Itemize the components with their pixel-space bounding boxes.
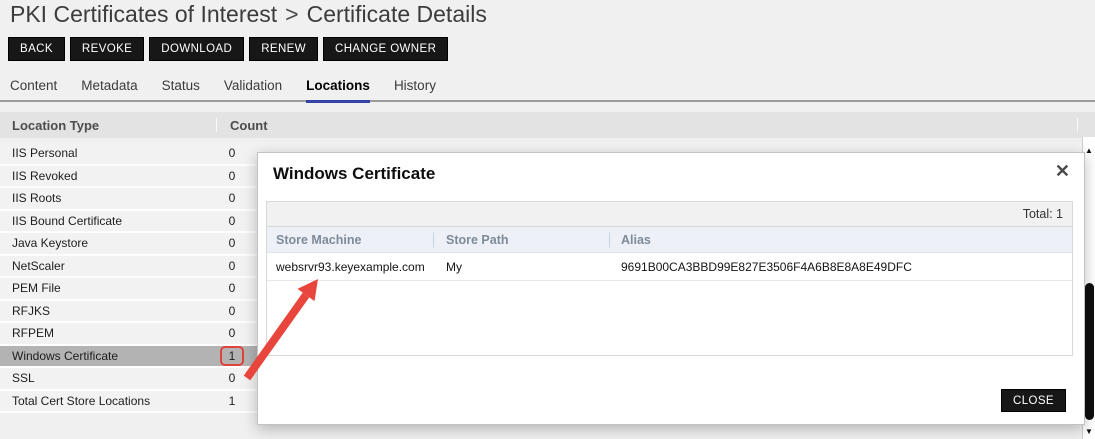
tab-metadata[interactable]: Metadata bbox=[81, 78, 137, 103]
count-cell: 0 bbox=[218, 326, 246, 340]
count-cell: 0 bbox=[218, 146, 246, 160]
column-header-store-machine: Store Machine bbox=[267, 233, 433, 247]
count-cell: 1 bbox=[218, 394, 246, 408]
column-header-alias: Alias bbox=[609, 233, 1072, 247]
location-type-cell: Java Keystore bbox=[0, 236, 88, 250]
location-type-cell: IIS Roots bbox=[0, 191, 61, 205]
tab-status[interactable]: Status bbox=[162, 78, 200, 103]
locations-table-header: Location Type Count bbox=[0, 112, 1095, 138]
highlighted-count-badge[interactable]: 1 bbox=[220, 346, 245, 366]
column-divider bbox=[1077, 118, 1078, 132]
download-button[interactable]: DOWNLOAD bbox=[149, 37, 244, 61]
toolbar: BACK REVOKE DOWNLOAD RENEW CHANGE OWNER bbox=[8, 37, 448, 61]
column-header-store-path: Store Path bbox=[433, 233, 609, 247]
revoke-button[interactable]: REVOKE bbox=[70, 37, 144, 61]
renew-button[interactable]: RENEW bbox=[249, 37, 318, 61]
breadcrumb-parent[interactable]: PKI Certificates of Interest bbox=[10, 1, 277, 27]
page-title: Certificate Details bbox=[307, 1, 487, 27]
modal-table-header: Store Machine Store Path Alias bbox=[267, 227, 1072, 253]
location-type-cell: PEM File bbox=[0, 281, 61, 295]
alias-cell: 9691B00CA3BBD99E827E3506F4A6B8E8A8E49DFC bbox=[609, 260, 1072, 274]
back-button[interactable]: BACK bbox=[8, 37, 65, 61]
windows-certificate-modal: Windows Certificate ✕ Total: 1 Store Mac… bbox=[257, 152, 1085, 425]
location-type-cell: Windows Certificate bbox=[0, 349, 118, 363]
count-cell: 0 bbox=[218, 214, 246, 228]
location-type-cell: IIS Bound Certificate bbox=[0, 214, 122, 228]
count-cell: 0 bbox=[218, 281, 246, 295]
count-cell: 0 bbox=[218, 236, 246, 250]
modal-title: Windows Certificate bbox=[273, 164, 435, 184]
column-header-location-type: Location Type bbox=[0, 118, 99, 133]
tab-locations[interactable]: Locations bbox=[306, 78, 370, 103]
breadcrumb-separator: > bbox=[285, 1, 298, 27]
location-type-cell: IIS Personal bbox=[0, 146, 77, 160]
location-type-cell: NetScaler bbox=[0, 259, 65, 273]
location-type-cell: RFPEM bbox=[0, 326, 54, 340]
count-cell: 0 bbox=[218, 304, 246, 318]
location-type-cell: IIS Revoked bbox=[0, 169, 77, 183]
tab-content[interactable]: Content bbox=[10, 78, 57, 103]
store-path-cell: My bbox=[433, 260, 609, 274]
count-cell: 0 bbox=[218, 191, 246, 205]
modal-table-body: websrvr93.keyexample.comMy9691B00CA3BBD9… bbox=[267, 253, 1072, 281]
column-divider bbox=[216, 118, 217, 132]
count-cell: 0 bbox=[218, 259, 246, 273]
breadcrumb: PKI Certificates of Interest > Certificate… bbox=[10, 1, 487, 28]
change-owner-button[interactable]: CHANGE OWNER bbox=[323, 37, 448, 61]
modal-table-row: websrvr93.keyexample.comMy9691B00CA3BBD9… bbox=[267, 253, 1072, 281]
scrollbar-thumb[interactable] bbox=[1085, 283, 1094, 420]
close-icon[interactable]: ✕ bbox=[1055, 161, 1070, 181]
tab-bar: Content Metadata Status Validation Locat… bbox=[10, 78, 436, 103]
location-type-cell: SSL bbox=[0, 371, 35, 385]
store-machine-cell: websrvr93.keyexample.com bbox=[267, 260, 433, 274]
count-cell: 1 bbox=[218, 346, 246, 366]
scroll-down-icon[interactable]: ▼ bbox=[1083, 427, 1095, 436]
total-count-label: Total: 1 bbox=[267, 202, 1072, 227]
count-cell: 0 bbox=[218, 371, 246, 385]
column-header-count: Count bbox=[230, 118, 268, 133]
location-type-cell: Total Cert Store Locations bbox=[0, 394, 150, 408]
count-cell: 0 bbox=[218, 169, 246, 183]
modal-table: Total: 1 Store Machine Store Path Alias … bbox=[266, 201, 1073, 356]
close-button[interactable]: CLOSE bbox=[1001, 389, 1066, 412]
tab-validation[interactable]: Validation bbox=[224, 78, 282, 103]
tab-history[interactable]: History bbox=[394, 78, 436, 103]
location-type-cell: RFJKS bbox=[0, 304, 50, 318]
